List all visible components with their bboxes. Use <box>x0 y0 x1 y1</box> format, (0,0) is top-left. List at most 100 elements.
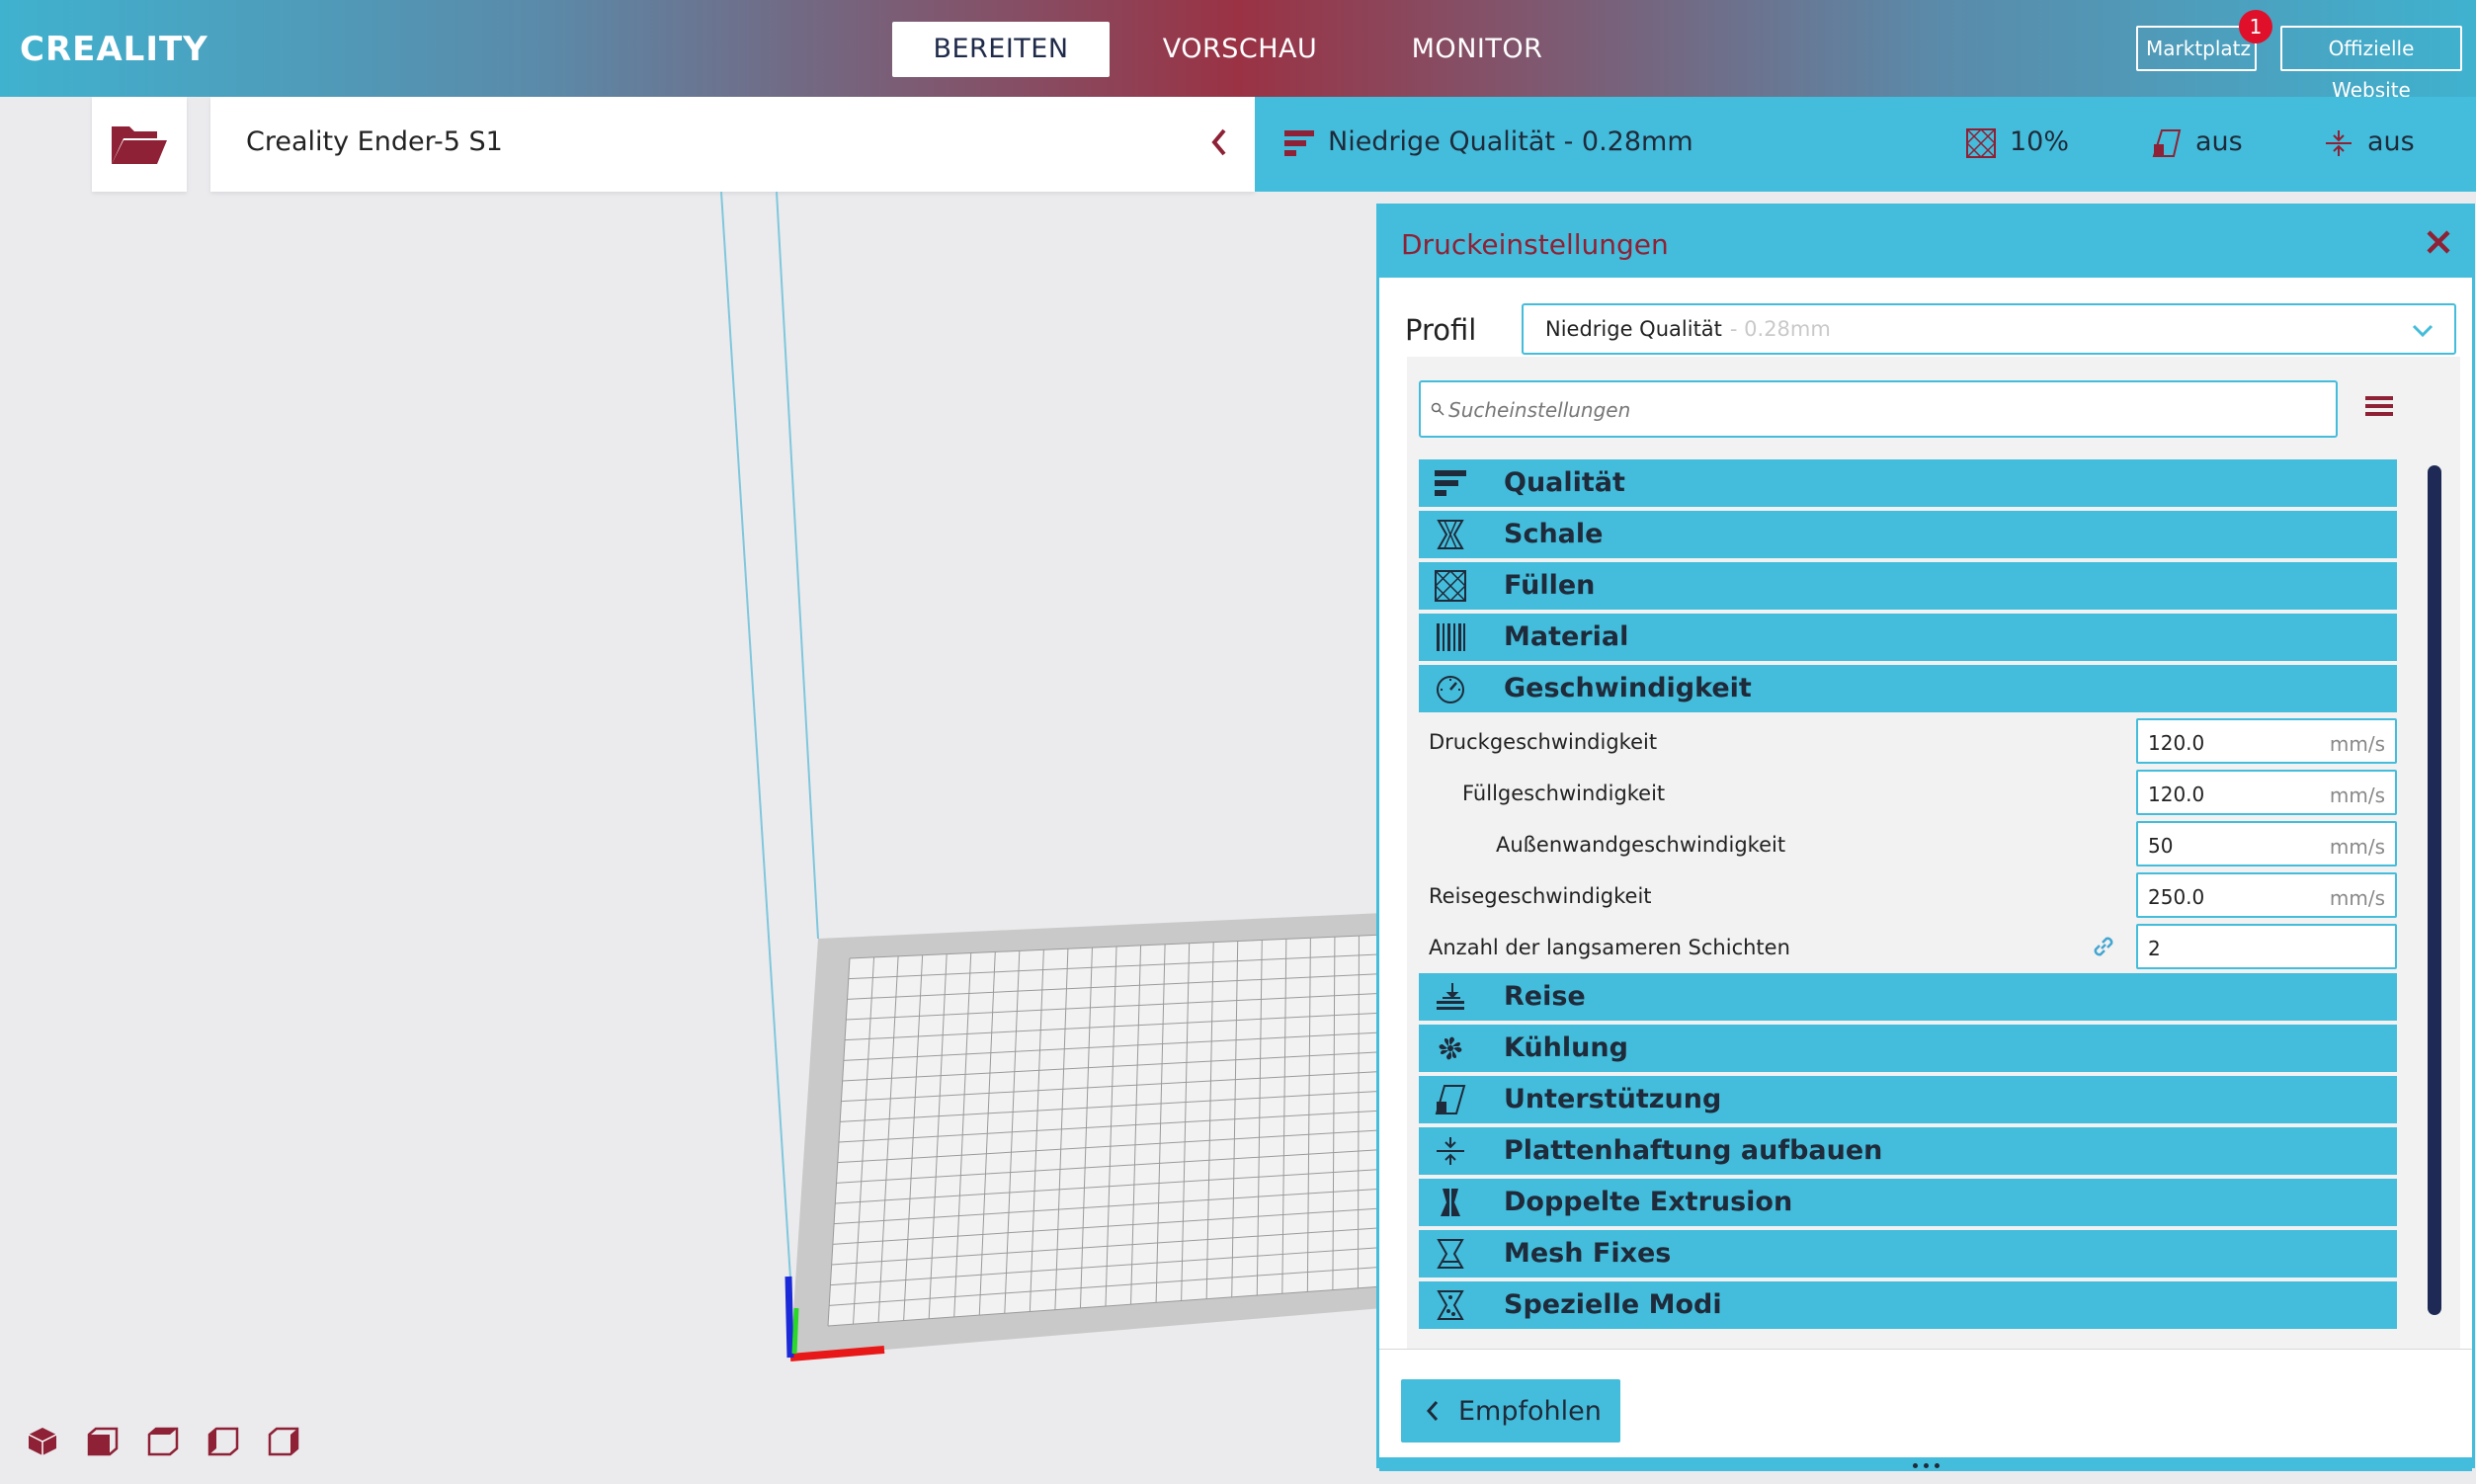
profile-layer-height: - 0.28mm <box>1729 317 1831 341</box>
category-label: Doppelte Extrusion <box>1504 1187 1793 1217</box>
infill-icon <box>1435 570 1466 602</box>
category-mesh-fixes[interactable]: Mesh Fixes <box>1419 1230 2397 1278</box>
adhesion-icon <box>1437 1137 1464 1165</box>
category-doppelte-extrusion[interactable]: Doppelte Extrusion <box>1419 1179 2397 1226</box>
shell-icon <box>1437 520 1464 549</box>
search-input[interactable] <box>1446 394 2316 426</box>
view-left-icon[interactable] <box>206 1425 240 1458</box>
slower-layers-field[interactable]: 2 <box>2136 924 2397 969</box>
top-header: CREALITY BEREITEN VORSCHAU MONITOR Markt… <box>0 0 2476 102</box>
category-unterstuetzung[interactable]: Unterstützung <box>1419 1076 2397 1123</box>
category-label: Plattenhaftung aufbauen <box>1504 1135 1883 1166</box>
chevron-down-icon <box>2412 324 2434 338</box>
travel-icon <box>1437 983 1464 1010</box>
setting-value: 120.0 <box>2148 783 2205 806</box>
print-settings-panel: Druckeinstellungen Profil Niedrige Quali… <box>1376 204 2475 1471</box>
recommended-label: Empfohlen <box>1458 1396 1602 1427</box>
panel-footer: Empfohlen <box>1379 1349 2472 1471</box>
setting-value: 50 <box>2148 834 2174 858</box>
tab-bereiten[interactable]: BEREITEN <box>892 22 1110 77</box>
material-icon <box>1437 623 1465 651</box>
marketplace-button[interactable]: Marktplatz <box>2136 26 2257 71</box>
outer-wall-speed-field[interactable]: 50 mm/s <box>2136 821 2397 866</box>
machine-name: Creality Ender-5 S1 <box>246 126 503 157</box>
view-right-icon[interactable] <box>267 1425 300 1458</box>
setting-label: Füllgeschwindigkeit <box>1462 782 1666 805</box>
category-kuehlung[interactable]: Kühlung <box>1419 1025 2397 1072</box>
profile-label: Profil <box>1405 313 1477 347</box>
build-plate-viewport[interactable] <box>0 192 1383 1484</box>
category-spezielle-modi[interactable]: Spezielle Modi <box>1419 1281 2397 1329</box>
view-front-icon[interactable] <box>86 1425 120 1458</box>
category-label: Reise <box>1504 981 1586 1012</box>
category-qualitaet[interactable]: Qualität <box>1419 459 2397 507</box>
category-fuellen[interactable]: Füllen <box>1419 562 2397 610</box>
recommended-mode-button[interactable]: Empfohlen <box>1401 1379 1620 1443</box>
setting-value: 120.0 <box>2148 731 2205 755</box>
setting-unit: mm/s <box>2329 886 2385 910</box>
print-setup-bar[interactable]: Niedrige Qualität - 0.28mm 10% aus aus <box>1255 97 2476 192</box>
category-label: Geschwindigkeit <box>1504 673 1752 703</box>
print-profile-summary[interactable]: Niedrige Qualität - 0.28mm <box>1284 126 1693 158</box>
panel-title: Druckeinstellungen <box>1401 228 1669 261</box>
search-field[interactable] <box>1419 380 2338 438</box>
speed-icon <box>1437 676 1464 703</box>
open-file-button[interactable] <box>92 97 187 192</box>
settings-scroll-area: Qualität Schale Füllen Material <box>1407 357 2460 1349</box>
adhesion-text: aus <box>2367 126 2415 157</box>
category-label: Mesh Fixes <box>1504 1238 1672 1269</box>
support-summary[interactable]: aus <box>2152 126 2243 158</box>
adhesion-summary[interactable]: aus <box>2324 126 2415 158</box>
category-label: Füllen <box>1504 570 1596 601</box>
cooling-fan-icon <box>1439 1036 1462 1060</box>
infill-speed-field[interactable]: 120.0 mm/s <box>2136 770 2397 815</box>
quality-icon <box>1284 129 1314 156</box>
chevron-left-icon <box>1426 1401 1439 1421</box>
hamburger-menu-icon[interactable] <box>2365 394 2393 418</box>
tab-vorschau[interactable]: VORSCHAU <box>1136 22 1344 77</box>
setting-row-aussenwandgeschwindigkeit: Außenwandgeschwindigkeit 50 mm/s <box>1419 819 2397 866</box>
machine-selector[interactable]: Creality Ender-5 S1 <box>210 97 1255 192</box>
panel-header: Druckeinstellungen <box>1379 206 2472 278</box>
official-website-button[interactable]: Offizielle Website <box>2280 26 2462 102</box>
print-speed-field[interactable]: 120.0 mm/s <box>2136 718 2397 764</box>
category-label: Material <box>1504 621 1629 652</box>
setting-value: 2 <box>2148 937 2161 960</box>
setting-value: 250.0 <box>2148 885 2205 909</box>
search-icon <box>1431 402 1444 416</box>
category-material[interactable]: Material <box>1419 614 2397 661</box>
category-label: Unterstützung <box>1504 1084 1722 1114</box>
category-reise[interactable]: Reise <box>1419 973 2397 1021</box>
dual-extrusion-icon <box>1441 1189 1460 1216</box>
setting-unit: mm/s <box>2329 783 2385 807</box>
adhesion-icon <box>2326 129 2352 156</box>
category-plattenhaftung[interactable]: Plattenhaftung aufbauen <box>1419 1127 2397 1175</box>
travel-speed-field[interactable]: 250.0 mm/s <box>2136 872 2397 918</box>
category-label: Qualität <box>1504 467 1625 498</box>
category-label: Schale <box>1504 519 1604 549</box>
setting-row-langsamere-schichten: Anzahl der langsameren Schichten 2 <box>1419 922 2397 969</box>
infill-summary[interactable]: 10% <box>1965 126 2070 158</box>
setting-label: Anzahl der langsameren Schichten <box>1429 936 1790 959</box>
close-icon[interactable] <box>2425 228 2452 256</box>
profile-dropdown[interactable]: Niedrige Qualität - 0.28mm <box>1522 303 2456 355</box>
tab-monitor[interactable]: MONITOR <box>1373 22 1581 77</box>
mesh-fix-icon <box>1437 1239 1464 1269</box>
view-3d-icon[interactable] <box>26 1425 59 1458</box>
chevron-left-icon[interactable] <box>1208 126 1228 158</box>
setting-label: Reisegeschwindigkeit <box>1429 884 1652 908</box>
support-text: aus <box>2195 126 2243 157</box>
infill-text: 10% <box>2010 126 2070 157</box>
link-icon[interactable] <box>2091 934 2116 959</box>
category-schale[interactable]: Schale <box>1419 511 2397 558</box>
infill-icon <box>1965 127 1997 158</box>
category-geschwindigkeit[interactable]: Geschwindigkeit <box>1419 665 2397 712</box>
panel-resize-handle[interactable] <box>1379 1457 2472 1471</box>
setting-row-fuellgeschwindigkeit: Füllgeschwindigkeit 120.0 mm/s <box>1419 768 2397 815</box>
scrollbar-thumb[interactable] <box>2428 465 2441 1315</box>
support-icon <box>2152 128 2182 157</box>
special-modes-icon <box>1437 1290 1464 1320</box>
camera-view-toolbar <box>26 1425 322 1462</box>
view-top-icon[interactable] <box>146 1425 180 1458</box>
support-icon <box>1435 1085 1466 1114</box>
